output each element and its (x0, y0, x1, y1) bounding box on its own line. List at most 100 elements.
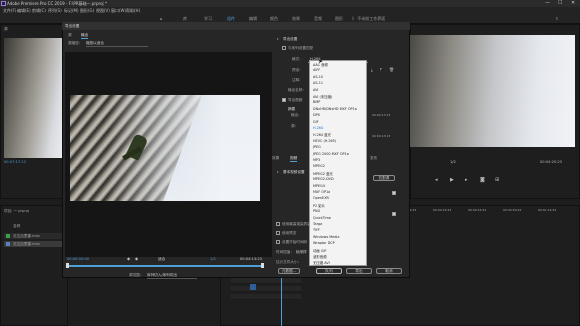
format-option[interactable]: DNxHR/DNxHD MXF OP1a (313, 107, 357, 111)
menu-bar: 文件(F) 编辑(E) 剪辑(C) 序列(S) 标记(M) 图形(G) 视图(V… (0, 7, 580, 14)
share-icon[interactable]: ⇪ (555, 16, 558, 21)
timeline-track[interactable] (231, 278, 301, 284)
source-scaling-select[interactable]: 缩放以适合 (86, 41, 148, 47)
scrub-in-handle[interactable] (66, 263, 69, 268)
fit-select[interactable]: 适合 (158, 257, 165, 262)
cancel-button[interactable]: 取消 (376, 268, 402, 274)
format-option[interactable]: 无压缩 AVI (313, 260, 330, 265)
export-video-label: 导出视频 (288, 98, 303, 102)
format-option[interactable]: P2 影片 (313, 203, 325, 208)
source-range-label: 源范围： (129, 273, 144, 277)
format-option[interactable]: PNG (313, 209, 320, 213)
source-monitor-tab[interactable]: 源 (4, 27, 8, 32)
export-button[interactable]: 导出 (346, 268, 372, 274)
format-option[interactable]: MXF OP1a (313, 190, 330, 194)
delete-preset-icon[interactable]: 🗑 (389, 67, 394, 72)
tab-output[interactable]: 输出 (81, 33, 89, 39)
source-range-select[interactable]: 序列切入/序列切出 (147, 273, 197, 279)
format-option[interactable]: JPEG (313, 145, 321, 149)
format-option-selected[interactable]: H.264 (313, 126, 323, 130)
tab-source[interactable]: 源 (68, 33, 72, 38)
tab-video[interactable]: 视频 (290, 156, 298, 162)
project-panel-tab[interactable]: 项目: 一 prproj (4, 209, 29, 214)
format-option[interactable]: 动画 GIF (313, 248, 326, 253)
time-interpolation-select[interactable]: 帧采样 (296, 250, 307, 255)
play-icon[interactable]: ▶ (450, 178, 454, 183)
home-icon[interactable]: ⌂ (160, 16, 163, 21)
minimize-icon[interactable]: — (545, 1, 550, 6)
timeline-track[interactable] (231, 286, 301, 292)
track-target-toggle[interactable] (250, 284, 256, 290)
format-option[interactable]: AIFF (313, 68, 320, 72)
match-sequence-checkbox[interactable] (282, 46, 286, 50)
format-option[interactable]: Windows Media (313, 235, 339, 239)
summary-heading: 摘要 (288, 107, 296, 111)
format-option[interactable]: MPEG2 蓝光 (313, 171, 333, 176)
source-scaling-label: 源缩放： (68, 41, 83, 45)
metadata-button[interactable]: 元数据... (278, 268, 300, 274)
format-option[interactable]: Wraptor DCP (313, 241, 335, 245)
format-option[interactable]: HEVC (H.265) (313, 139, 336, 143)
maximize-icon[interactable]: ☐ (558, 1, 562, 6)
close-icon[interactable]: ✕ (571, 1, 575, 6)
set-in-icon[interactable]: ◆ (127, 256, 130, 261)
start-timecode-label: 设置开始时间码 (282, 240, 308, 244)
format-option[interactable]: AS-11 (313, 81, 323, 85)
format-option[interactable]: 波形音频 (313, 254, 327, 259)
program-resolution[interactable]: 1/2 (450, 160, 456, 164)
timeline-track[interactable] (231, 294, 301, 300)
export-video-checkbox[interactable] (282, 98, 286, 102)
format-option[interactable]: AVI (未压缩) (313, 94, 332, 99)
use-previews-checkbox[interactable] (276, 231, 280, 235)
dialog-title-bar: 导出设置 (62, 22, 410, 30)
format-option[interactable]: QuickTime (313, 216, 331, 220)
format-option[interactable]: MPEG2 (313, 164, 325, 168)
settings-icon[interactable]: ⊞ (495, 178, 499, 183)
match-source-button[interactable]: 匹配源 (373, 175, 395, 181)
ruler-label: 00:00:29:23 (433, 208, 452, 212)
step-back-icon[interactable]: ◂ (435, 178, 438, 183)
format-option[interactable]: MP3 (313, 158, 320, 162)
format-option[interactable]: BMP (313, 100, 320, 104)
match-sequence-label: 与序列设置匹配 (288, 46, 314, 50)
project-name-column: 名称 (13, 224, 21, 228)
format-option[interactable]: Targa (313, 222, 322, 226)
tab-effects[interactable]: 效果 (272, 156, 279, 161)
export-zoom-level[interactable]: 1/2 (210, 257, 216, 261)
import-preset-icon[interactable]: ⤒ (380, 67, 382, 72)
list-item[interactable]: 瓦达加里雷.mov (4, 233, 66, 239)
set-out-icon[interactable]: ◆ (135, 256, 138, 261)
format-option[interactable]: GIF (313, 120, 319, 124)
format-option[interactable]: MPEG2-DVD (313, 177, 334, 181)
source-monitor-frame (4, 38, 64, 158)
mouse-cursor-icon: ➤ (318, 58, 324, 65)
chevron-down-icon[interactable]: ▾ (277, 170, 279, 175)
resolution-checkbox[interactable] (392, 191, 396, 195)
ruler-label: 00:01:14:22 (538, 208, 557, 212)
format-option[interactable]: DPX (313, 113, 320, 117)
max-render-checkbox[interactable] (276, 222, 280, 226)
camera-icon[interactable]: ◙ (480, 178, 485, 183)
tab-publish[interactable]: 发布 (370, 156, 377, 161)
list-item[interactable]: 瓦达加里雷.mov (4, 241, 66, 247)
format-option[interactable]: JPEG 2000 MXF OP1a (313, 152, 349, 156)
step-forward-icon[interactable]: ▸ (465, 178, 468, 183)
format-option[interactable]: TIFF (313, 228, 320, 232)
ruler-label: 00:00:59:22 (503, 208, 522, 212)
export-timecode-end: 00:04:13:23 (240, 257, 262, 261)
chevron-down-icon[interactable]: ▾ (277, 37, 279, 42)
project-panel: 项目: 一 prproj 名称 瓦达加里雷.mov 瓦达加里雷.mov (0, 205, 68, 326)
export-scrub-bar[interactable] (67, 265, 262, 267)
scrub-out-handle[interactable] (261, 263, 264, 268)
format-option[interactable]: H.264 蓝光 (313, 132, 331, 137)
queue-button[interactable]: 队列 (316, 268, 342, 274)
format-option[interactable]: AS-10 (313, 75, 323, 79)
start-timecode-checkbox[interactable] (276, 240, 280, 244)
format-option[interactable]: AVI (313, 88, 318, 92)
file-size-label: 估计文件大小： (276, 260, 302, 264)
source-monitor-timecode: 00:07:17:12 (4, 160, 26, 164)
frame-rate-checkbox[interactable] (392, 212, 396, 216)
format-option[interactable]: MPEG4 (313, 184, 325, 188)
format-option[interactable]: OpenEXR (313, 196, 329, 200)
save-preset-icon[interactable]: ⤓ (371, 67, 373, 72)
